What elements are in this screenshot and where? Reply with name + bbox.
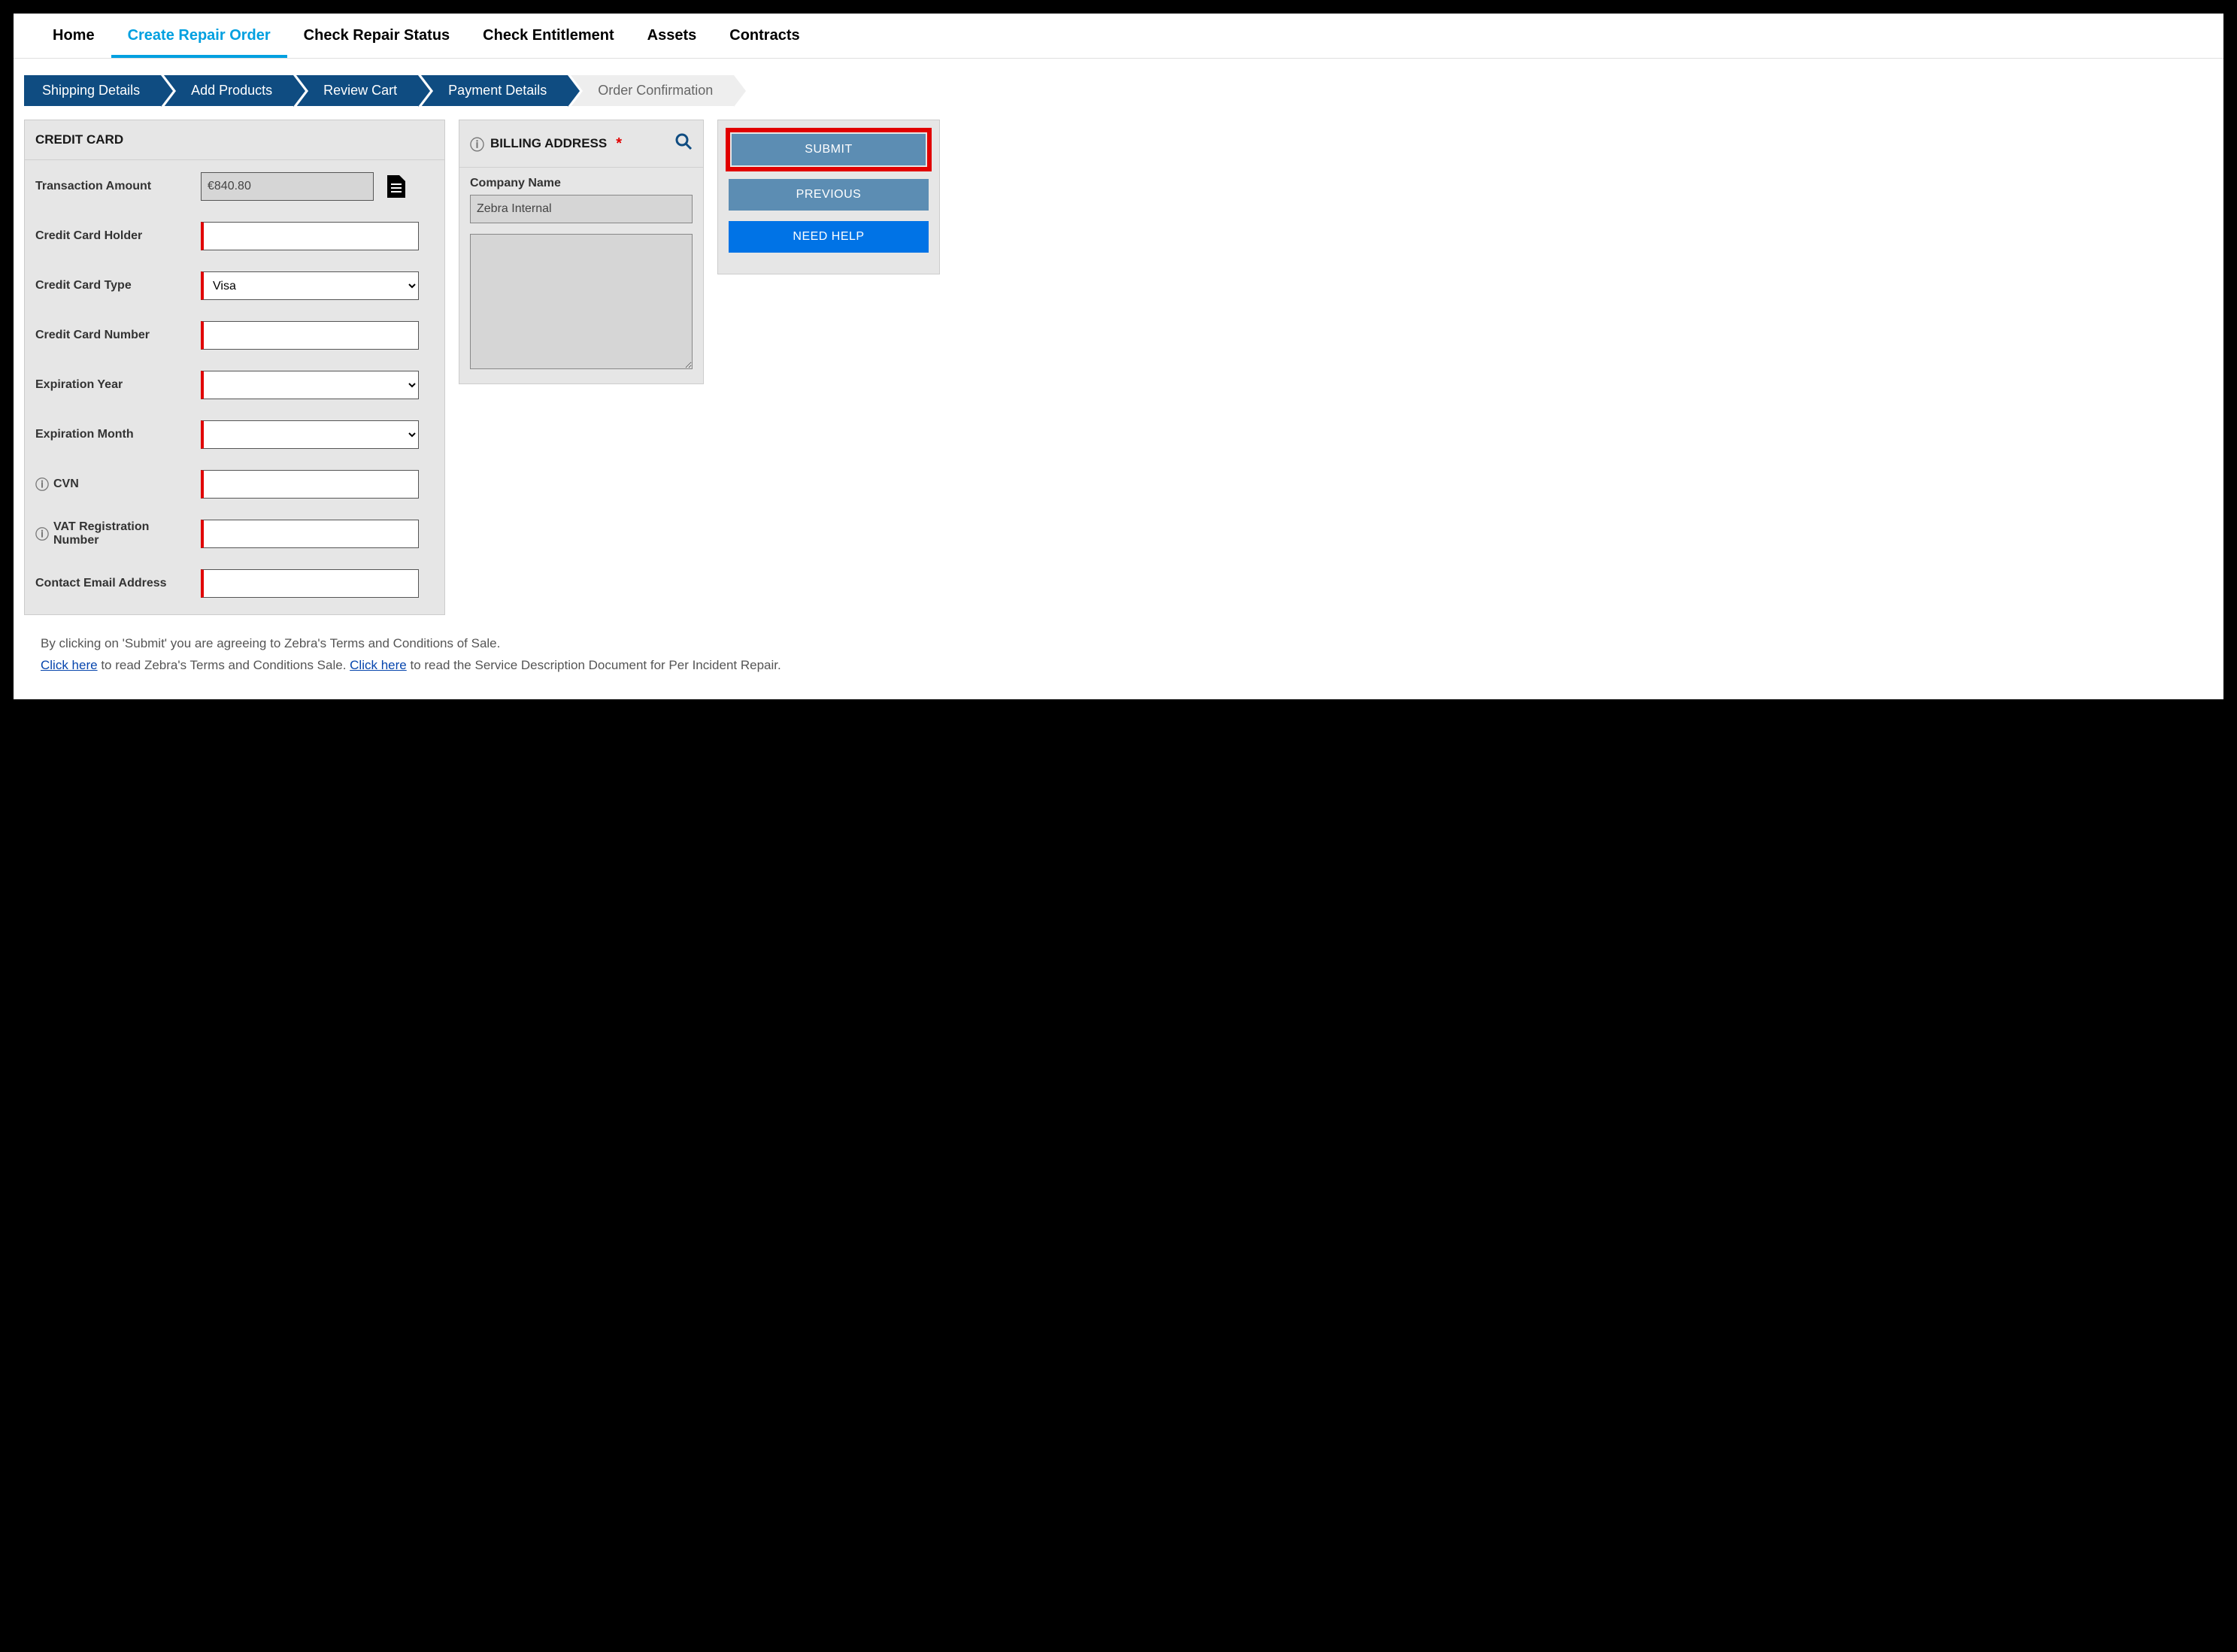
- info-icon[interactable]: ⓘ: [470, 134, 484, 154]
- terms-text-1: to read Zebra's Terms and Conditions Sal…: [98, 658, 350, 672]
- label-contact-email: Contact Email Address: [35, 577, 186, 590]
- nav-contracts[interactable]: Contracts: [713, 14, 816, 58]
- step-order-confirmation: Order Confirmation: [571, 75, 734, 106]
- terms-link-2[interactable]: Click here: [350, 658, 407, 672]
- label-exp-year: Expiration Year: [35, 378, 186, 392]
- card-holder-field[interactable]: [201, 222, 419, 250]
- exp-year-select[interactable]: [201, 371, 419, 399]
- previous-button[interactable]: PREVIOUS: [729, 179, 929, 211]
- step-shipping-details[interactable]: Shipping Details: [24, 75, 161, 106]
- panel-actions: SUBMIT PREVIOUS NEED HELP: [717, 120, 940, 274]
- label-exp-month: Expiration Month: [35, 428, 186, 441]
- step-add-products[interactable]: Add Products: [164, 75, 293, 106]
- cvn-field[interactable]: [201, 470, 419, 499]
- panel-credit-card: CREDIT CARD Transaction Amount Credit Ca…: [24, 120, 445, 615]
- terms-line-1: By clicking on 'Submit' you are agreeing…: [41, 633, 2201, 655]
- billing-address-textarea: [470, 234, 693, 369]
- nav-assets[interactable]: Assets: [631, 14, 714, 58]
- nav-home[interactable]: Home: [36, 14, 111, 58]
- nav-check-repair-status[interactable]: Check Repair Status: [287, 14, 467, 58]
- nav-check-entitlement[interactable]: Check Entitlement: [466, 14, 630, 58]
- company-name-field: [470, 195, 693, 223]
- terms-text-2: to read the Service Description Document…: [407, 658, 781, 672]
- step-review-cart[interactable]: Review Cart: [296, 75, 418, 106]
- card-type-select[interactable]: Visa: [201, 271, 419, 300]
- billing-heading: BILLING ADDRESS: [490, 136, 607, 151]
- credit-card-heading: CREDIT CARD: [25, 120, 444, 160]
- terms-link-1[interactable]: Click here: [41, 658, 98, 672]
- terms-block: By clicking on 'Submit' you are agreeing…: [14, 615, 2223, 677]
- search-icon[interactable]: [674, 132, 693, 155]
- vat-field[interactable]: [201, 520, 419, 548]
- card-number-field[interactable]: [201, 321, 419, 350]
- label-card-type: Credit Card Type: [35, 279, 186, 293]
- info-icon[interactable]: ⓘ: [35, 524, 49, 544]
- label-transaction-amount: Transaction Amount: [35, 180, 186, 193]
- label-company-name: Company Name: [470, 177, 693, 190]
- label-card-number: Credit Card Number: [35, 329, 186, 342]
- submit-highlight: SUBMIT: [729, 131, 929, 168]
- contact-email-field[interactable]: [201, 569, 419, 598]
- transaction-amount-field: [201, 172, 374, 201]
- submit-button[interactable]: SUBMIT: [732, 134, 926, 165]
- label-cvn: ⓘ CVN: [35, 474, 186, 494]
- need-help-button[interactable]: NEED HELP: [729, 221, 929, 253]
- required-star-icon: *: [616, 135, 622, 153]
- step-payment-details[interactable]: Payment Details: [421, 75, 568, 106]
- step-bar: Shipping Details Add Products Review Car…: [24, 59, 2223, 117]
- document-icon[interactable]: [387, 175, 405, 198]
- top-nav: Home Create Repair Order Check Repair St…: [14, 14, 2223, 59]
- exp-month-select[interactable]: [201, 420, 419, 449]
- label-vat: ⓘ VAT Registration Number: [35, 520, 186, 547]
- info-icon[interactable]: ⓘ: [35, 474, 49, 494]
- label-card-holder: Credit Card Holder: [35, 229, 186, 243]
- nav-create-repair-order[interactable]: Create Repair Order: [111, 14, 287, 58]
- panel-billing-address: ⓘ BILLING ADDRESS * Company Name: [459, 120, 704, 384]
